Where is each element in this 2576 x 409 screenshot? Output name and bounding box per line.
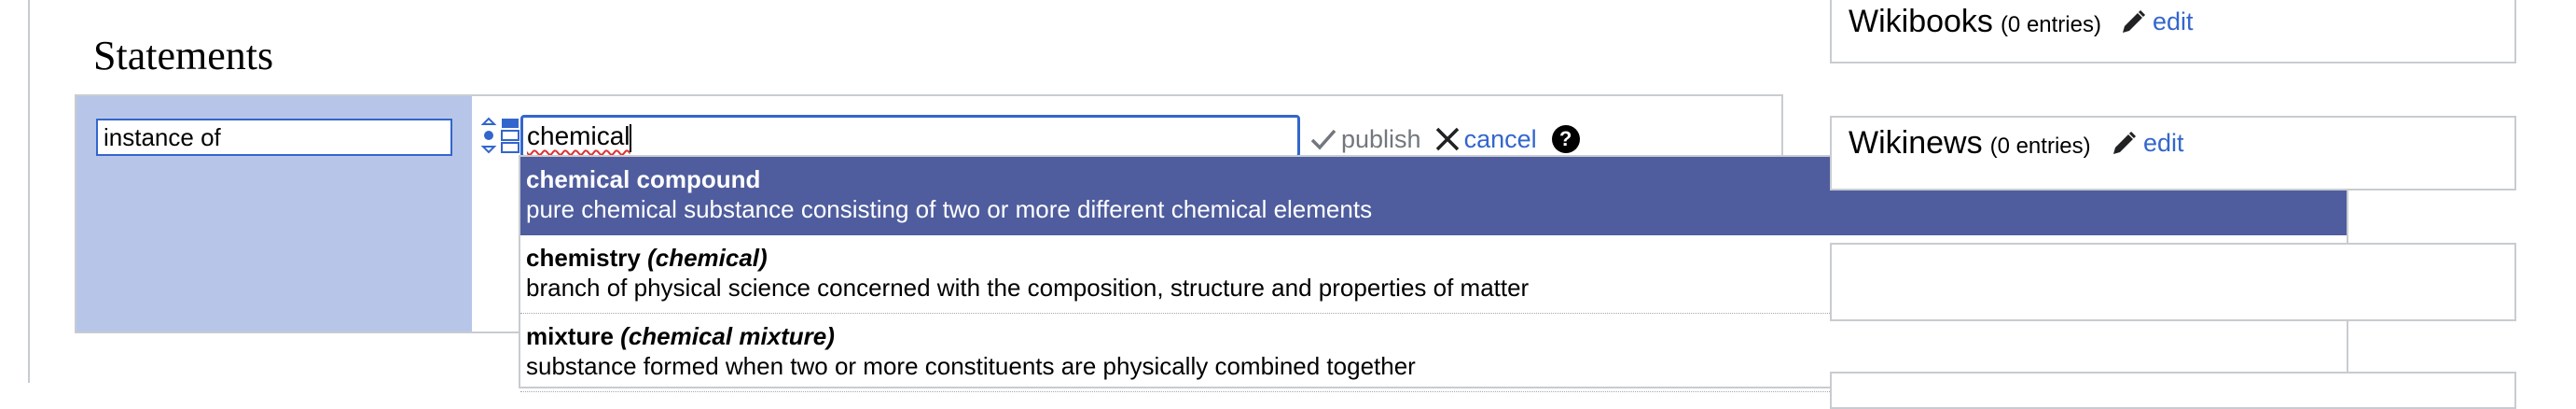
checkmark-icon xyxy=(1310,129,1336,150)
property-column: instance of xyxy=(76,96,472,331)
sitelinks-title: Wikinews (0 entries) xyxy=(1849,125,2091,161)
sitelinks-count: (0 entries) xyxy=(2000,12,2101,37)
statements-heading: Statements xyxy=(93,33,274,78)
sitelinks-box xyxy=(1830,243,2516,321)
publish-button[interactable]: publish xyxy=(1309,125,1421,154)
statement-toolbar: publish cancel ? xyxy=(1309,122,1580,156)
publish-label: publish xyxy=(1341,124,1421,153)
rank-selector-icon[interactable] xyxy=(478,117,522,158)
sitelinks-wikinews: Wikinews (0 entries) edit xyxy=(1830,116,2516,190)
page-left-border xyxy=(28,0,30,383)
help-icon[interactable]: ? xyxy=(1551,125,1580,153)
close-icon xyxy=(1435,127,1459,151)
cancel-button[interactable]: cancel xyxy=(1434,125,1537,154)
suggestion-alias: (chemical) xyxy=(647,244,768,272)
sitelinks-box xyxy=(1830,372,2516,409)
property-input[interactable]: instance of xyxy=(96,119,452,156)
text-caret xyxy=(630,123,632,152)
suggestion-label: mixture (chemical mixture) xyxy=(526,322,835,350)
edit-link[interactable]: edit xyxy=(2119,7,2194,36)
sitelinks-count: (0 entries) xyxy=(1989,134,2091,159)
value-input[interactable]: chemical xyxy=(520,115,1300,158)
sitelinks-title: Wikibooks (0 entries) xyxy=(1849,4,2101,39)
pencil-icon xyxy=(2113,131,2137,154)
suggestion-description: pure chemical substance consisting of tw… xyxy=(526,195,1373,223)
sitelinks-wikibooks: Wikibooks (0 entries) edit xyxy=(1830,0,2516,63)
cancel-label: cancel xyxy=(1463,124,1537,153)
suggestion-alias: (chemical mixture) xyxy=(620,322,835,350)
pencil-icon xyxy=(2123,9,2146,33)
value-input-text: chemical xyxy=(527,121,630,150)
edit-link[interactable]: edit xyxy=(2110,129,2184,158)
